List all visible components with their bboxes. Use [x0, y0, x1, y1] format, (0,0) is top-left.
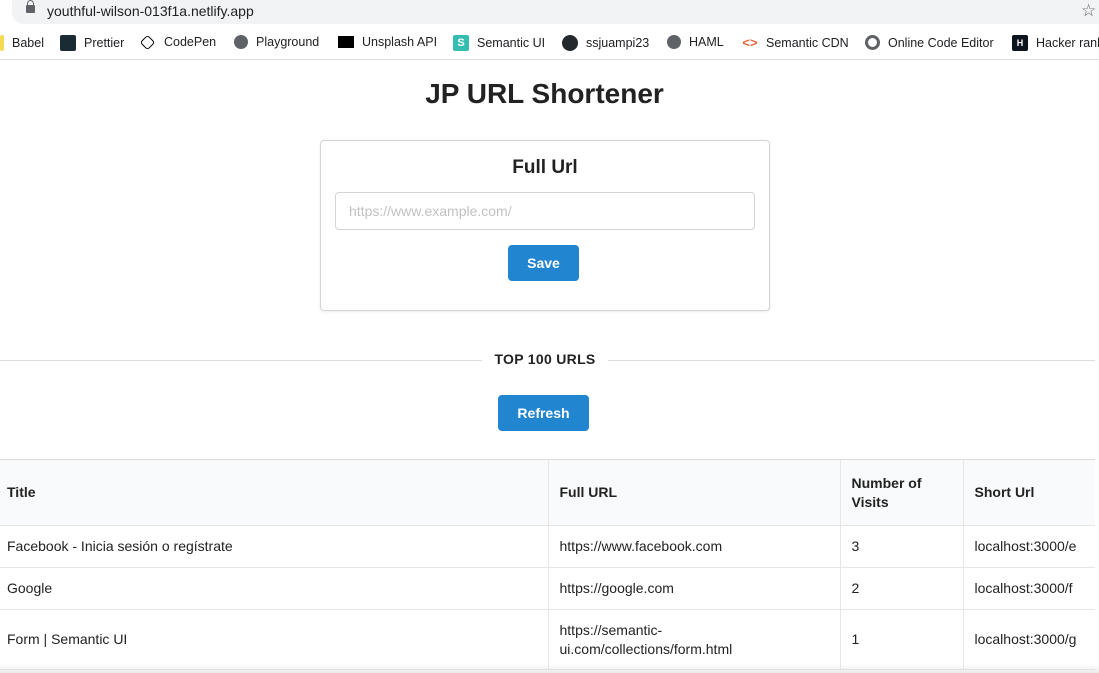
github-icon	[562, 35, 578, 51]
form-title: Full Url	[512, 157, 578, 178]
top-urls-heading: TOP 100 URLS	[494, 351, 596, 367]
table-row: Google https://google.com 2 localhost:30…	[0, 567, 1095, 610]
bookmark-label: Hacker rank	[1036, 36, 1099, 50]
bookmark-label: Semantic CDN	[766, 36, 849, 50]
cell-title: Google	[0, 567, 549, 610]
bookmark-label: HAML	[689, 35, 724, 49]
save-button[interactable]: Save	[508, 245, 579, 281]
bookmark-hacker-rank[interactable]: H Hacker rank	[1012, 35, 1099, 51]
page-title: JP URL Shortener	[425, 78, 664, 109]
bookmark-unsplash-api[interactable]: Unsplash API	[338, 35, 437, 49]
top-urls-table: Title Full URL Number of Visits Short Ur…	[0, 459, 1095, 670]
cell-visits: 3	[840, 525, 964, 568]
bookmark-label: Semantic UI	[477, 36, 546, 50]
bookmark-label: Playground	[256, 35, 320, 49]
globe-icon	[234, 35, 248, 49]
cell-short-url[interactable]: localhost:3000/g	[963, 609, 1095, 670]
bookmark-prettier[interactable]: Prettier	[60, 35, 124, 51]
bookmark-label: ssjuampi23	[586, 36, 650, 50]
bookmark-codepen[interactable]: CodePen	[139, 34, 217, 50]
full-url-input[interactable]	[335, 192, 755, 230]
column-header-title: Title	[0, 459, 549, 526]
bookmark-label: Babel	[12, 36, 44, 50]
cell-short-url[interactable]: localhost:3000/e	[963, 525, 1095, 568]
bookmark-semantic-ui[interactable]: S Semantic UI	[453, 35, 545, 51]
hackerrank-icon: H	[1012, 35, 1028, 51]
cell-visits: 2	[840, 567, 964, 610]
bookmark-babel[interactable]: Babel	[0, 35, 44, 51]
bookmark-haml[interactable]: HAML	[667, 35, 724, 49]
cell-full-url: https://www.facebook.com	[548, 525, 841, 568]
bookmark-online-code-editor[interactable]: Online Code Editor	[865, 35, 994, 50]
bookmark-label: CodePen	[164, 35, 217, 49]
code-brackets-icon: <>	[742, 35, 758, 50]
bookmark-label: Unsplash API	[362, 35, 438, 49]
cell-short-url[interactable]: localhost:3000/f	[963, 567, 1095, 610]
column-header-short-url: Short Url	[963, 459, 1095, 526]
lock-icon[interactable]	[26, 0, 35, 13]
refresh-button[interactable]: Refresh	[498, 395, 589, 431]
scroll-fade	[0, 664, 1099, 673]
bookmark-semantic-cdn[interactable]: <> Semantic CDN	[742, 35, 849, 51]
bookmark-label: Online Code Editor	[888, 35, 994, 50]
table-header-row: Title Full URL Number of Visits Short Ur…	[0, 459, 1095, 526]
cell-title: Facebook - Inicia sesión o regístrate	[0, 525, 549, 568]
table-row: Facebook - Inicia sesión o regístrate ht…	[0, 525, 1095, 568]
shorten-form-card: Full Url Save	[320, 140, 770, 311]
cell-visits: 1	[840, 609, 964, 670]
semantic-ui-icon: S	[453, 35, 469, 51]
codepen-icon	[139, 34, 156, 50]
bookmark-ssjuampi23[interactable]: ssjuampi23	[562, 35, 649, 51]
cell-full-url: https://semantic-ui.com/collections/form…	[548, 609, 841, 670]
prettier-icon	[60, 35, 76, 51]
cell-full-url: https://google.com	[548, 567, 841, 610]
unsplash-icon	[338, 36, 354, 48]
globe-icon	[667, 35, 681, 49]
bookmark-label: Prettier	[84, 36, 125, 50]
cell-title: Form | Semantic UI	[0, 609, 549, 670]
bookmarks-bar: Babel Prettier CodePen Playground Unspla…	[0, 27, 1099, 60]
table-row: Form | Semantic UI https://semantic-ui.c…	[0, 609, 1095, 670]
babel-icon	[0, 35, 4, 51]
online-editor-icon	[865, 35, 880, 50]
column-header-visits: Number of Visits	[840, 459, 964, 526]
divider-line-left	[0, 360, 482, 361]
divider-line-right	[608, 360, 1095, 361]
column-header-full-url: Full URL	[548, 459, 841, 526]
bookmark-star-icon[interactable]: ☆	[1081, 1, 1096, 21]
bookmark-playground[interactable]: Playground	[234, 35, 319, 49]
url-text[interactable]: youthful-wilson-013f1a.netlify.app	[47, 3, 254, 19]
browser-address-bar: youthful-wilson-013f1a.netlify.app ☆	[0, 0, 1099, 26]
